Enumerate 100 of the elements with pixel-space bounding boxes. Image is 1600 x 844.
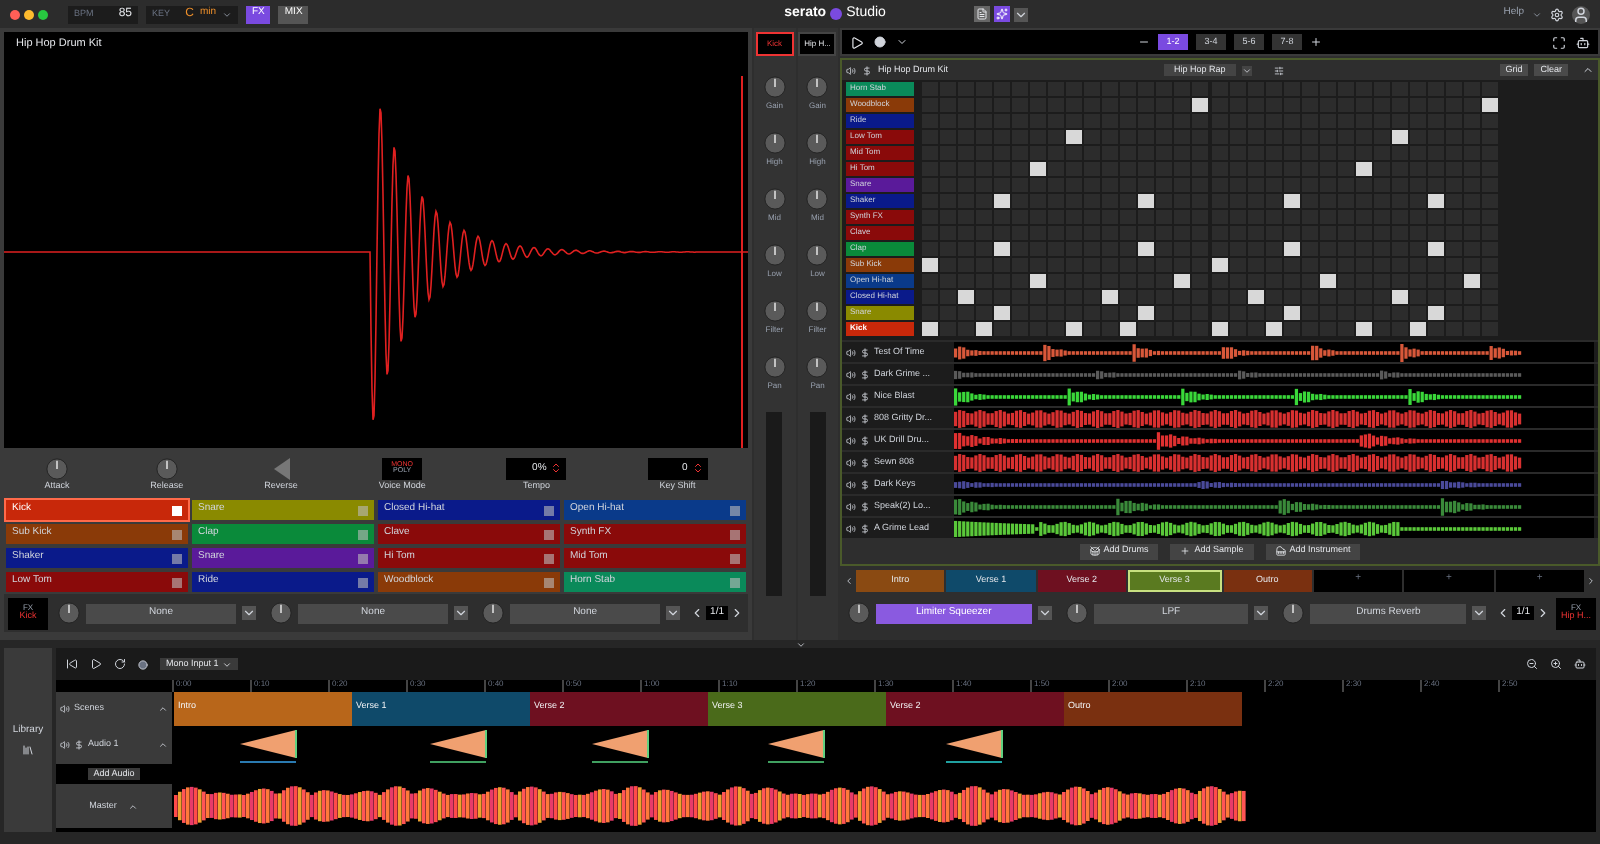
dollar-icon[interactable] — [860, 391, 870, 401]
speaker-icon[interactable] — [846, 391, 856, 401]
play-icon[interactable] — [850, 35, 864, 49]
speaker-icon[interactable] — [60, 740, 70, 750]
caret-icon[interactable] — [1013, 7, 1028, 21]
pad-key-icon — [358, 577, 368, 587]
caret-icon[interactable] — [454, 606, 469, 620]
close-button[interactable] — [10, 9, 20, 19]
knob-icon[interactable] — [806, 188, 829, 210]
collapse-icon[interactable] — [158, 704, 168, 714]
speaker-icon[interactable] — [846, 501, 856, 511]
pad-key-icon — [358, 529, 368, 539]
pad-key-icon — [730, 553, 740, 563]
dollar-icon[interactable] — [860, 369, 870, 379]
dollar-icon[interactable] — [862, 65, 872, 75]
knob-icon[interactable] — [58, 602, 80, 624]
pad-key-icon — [172, 529, 182, 539]
knob-icon[interactable] — [763, 300, 786, 322]
caret-icon[interactable] — [1241, 65, 1252, 75]
dollar-icon[interactable] — [860, 435, 870, 445]
speaker-icon[interactable] — [846, 479, 856, 489]
knob-icon[interactable] — [763, 356, 786, 378]
next-icon[interactable] — [1536, 606, 1551, 620]
speaker-icon[interactable] — [60, 704, 70, 714]
zoom-in-icon[interactable] — [1550, 658, 1562, 670]
pad-key-icon — [730, 505, 740, 515]
knob-icon[interactable] — [45, 457, 68, 480]
zoom-out-icon[interactable] — [1526, 658, 1538, 670]
record-icon[interactable] — [874, 36, 886, 48]
pad-key-icon — [544, 529, 554, 539]
knob-icon[interactable] — [155, 457, 178, 480]
caret-icon[interactable] — [1037, 606, 1052, 620]
collapse-icon[interactable] — [158, 740, 168, 750]
knob-icon[interactable] — [763, 244, 786, 266]
knob-icon[interactable] — [806, 300, 829, 322]
speaker-icon[interactable] — [846, 65, 856, 75]
collapse-icon[interactable] — [128, 801, 139, 811]
knob-icon[interactable] — [806, 244, 829, 266]
reverse-toggle[interactable] — [271, 457, 291, 480]
knob-icon[interactable] — [1065, 602, 1088, 624]
knob-icon[interactable] — [848, 602, 870, 624]
swing-icon[interactable] — [1273, 65, 1284, 75]
robot-icon[interactable] — [1574, 658, 1586, 670]
knob-icon[interactable] — [806, 132, 829, 154]
speaker-icon[interactable] — [846, 435, 856, 445]
dollar-icon[interactable] — [860, 347, 870, 357]
dollar-icon[interactable] — [860, 457, 870, 467]
caret-icon[interactable] — [242, 606, 257, 620]
next-icon[interactable] — [730, 606, 744, 620]
pad-key-icon — [730, 577, 740, 587]
robot-icon[interactable] — [1576, 35, 1590, 49]
caret-icon[interactable] — [1472, 606, 1487, 620]
collapse-icon[interactable] — [1582, 64, 1594, 76]
previous-icon[interactable] — [1496, 606, 1511, 620]
drum-icon — [1089, 546, 1100, 556]
pad-key-icon — [358, 505, 368, 515]
pad-key-icon — [544, 577, 554, 587]
dollar-icon[interactable] — [860, 501, 870, 511]
keyboard-icon — [1275, 546, 1286, 556]
caret-icon[interactable] — [1254, 606, 1269, 620]
scroll-left-icon[interactable] — [844, 575, 854, 585]
maximize-button[interactable] — [38, 9, 48, 19]
minimize-button[interactable] — [24, 9, 34, 19]
knob-icon[interactable] — [763, 188, 786, 210]
scroll-right-icon[interactable] — [1586, 575, 1596, 585]
settings-icon[interactable] — [1550, 7, 1565, 21]
dollar-icon[interactable] — [860, 413, 870, 423]
sparkle-icon[interactable] — [993, 6, 1010, 22]
knob-icon[interactable] — [270, 602, 293, 624]
record-icon[interactable] — [138, 659, 148, 669]
knob-icon[interactable] — [763, 76, 786, 98]
loop-icon[interactable] — [114, 658, 126, 670]
knob-icon[interactable] — [763, 132, 786, 154]
document-icon[interactable] — [973, 6, 990, 22]
pad-key-icon — [358, 553, 368, 563]
knob-icon[interactable] — [482, 602, 505, 624]
speaker-icon[interactable] — [846, 457, 856, 467]
minus-icon[interactable] — [1138, 36, 1150, 48]
speaker-icon[interactable] — [846, 369, 856, 379]
avatar-icon[interactable] — [1572, 5, 1591, 23]
caret-icon[interactable] — [666, 606, 681, 620]
dollar-icon[interactable] — [860, 479, 870, 489]
dollar-icon[interactable] — [860, 523, 870, 533]
previous-icon[interactable] — [690, 606, 705, 620]
skip-back-icon[interactable] — [66, 658, 78, 670]
knob-icon[interactable] — [806, 76, 829, 98]
pad-key-icon — [544, 553, 554, 563]
library-icon — [22, 743, 34, 756]
speaker-icon[interactable] — [846, 523, 856, 533]
fullscreen-icon[interactable] — [1552, 35, 1566, 49]
dollar-icon[interactable] — [74, 740, 84, 750]
pad-key-icon — [172, 577, 182, 587]
knob-icon[interactable] — [1282, 602, 1305, 624]
collapse-icon[interactable] — [795, 639, 805, 649]
knob-icon[interactable] — [806, 356, 829, 378]
caret-icon[interactable] — [896, 36, 908, 48]
speaker-icon[interactable] — [846, 347, 856, 357]
plus-icon[interactable] — [1310, 36, 1322, 48]
speaker-icon[interactable] — [846, 413, 856, 423]
play-icon[interactable] — [90, 658, 102, 670]
